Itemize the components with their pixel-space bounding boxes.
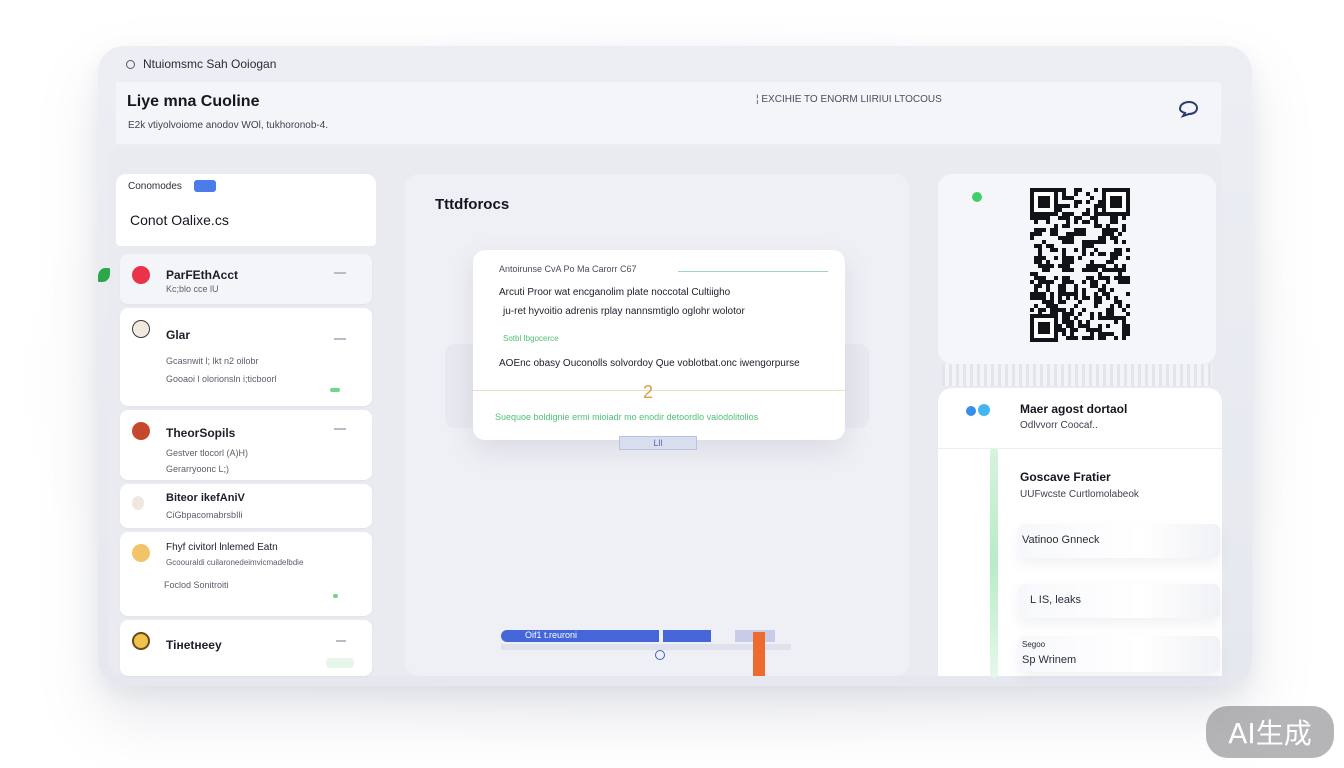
qr-panel <box>938 174 1216 364</box>
action-row-label: Sp Wrinem <box>1022 654 1077 666</box>
status-indicator <box>333 594 338 598</box>
action-row[interactable]: Segoo Sp Wrinem <box>1018 636 1220 672</box>
header-divider <box>678 271 828 272</box>
header-meta: ¦ EXCIHIE TO ENORM LIIRIUI LTOCOUS <box>756 94 942 105</box>
action-row[interactable]: L IS, leaks <box>1018 584 1220 618</box>
title-bar: Ntuiomsmc Sah Ooiogan <box>98 46 1252 82</box>
contact-subtext: Gestver tlocorl (A)H) <box>166 448 249 458</box>
card-tab[interactable]: Lll <box>619 436 697 450</box>
divider <box>938 448 1222 449</box>
app-icon <box>126 59 135 69</box>
contact-subtext: Gcoouraldi cuilaronedeimvicmadelbdie <box>166 558 304 567</box>
action-row-label: Vatinoo Gnneck <box>1022 534 1100 546</box>
more-icon[interactable] <box>336 640 346 642</box>
status-dot <box>978 404 990 416</box>
status-dot <box>966 406 976 416</box>
message-panel: Tttdforocs Antoirunse CvA Po Ma Carorr C… <box>405 174 909 676</box>
more-icon[interactable] <box>334 428 346 430</box>
contact-name: Biteor ikefAniV <box>166 492 245 504</box>
contact-name: ParFEthAcct <box>166 268 239 282</box>
avatar <box>132 544 150 562</box>
detail-title: Maer agost dortaol <box>1020 402 1128 416</box>
contact-subtext: CiGbpacomabrsbIli <box>166 510 243 520</box>
contact-item[interactable]: Tiнetнeey <box>120 620 372 676</box>
action-row-prefix: Segoo <box>1022 640 1046 649</box>
qr-code-icon[interactable] <box>1030 188 1130 342</box>
more-icon[interactable] <box>334 272 346 274</box>
detail-title: Goscave Fratier <box>1020 470 1111 484</box>
contact-item[interactable]: ParFEthAcct Kc;blo cce lU <box>120 254 372 304</box>
contact-item[interactable]: Biteor ikefAniV CiGbpacomabrsbIli <box>120 484 372 528</box>
contacts-badge <box>194 180 216 192</box>
message-counter: 2 <box>643 382 654 402</box>
contact-item[interactable]: TheorSopils Gestver tlocorl (A)H) Gerarr… <box>120 410 372 480</box>
status-dot <box>972 192 982 202</box>
contact-item[interactable]: Glar Gcasnwit l; lkt n2 oilobr Gooaoi l … <box>120 308 372 406</box>
avatar <box>132 496 144 510</box>
contact-name: Fhyf civitorl lnlemed Eatn <box>166 542 278 553</box>
avatar <box>132 422 150 440</box>
radio-icon[interactable] <box>655 650 665 660</box>
status-indicator <box>330 388 340 392</box>
progress-track <box>501 644 791 650</box>
details-panel: Maer agost dortaol Odlvvorr Coocaf.. Gos… <box>938 388 1222 678</box>
message-divider <box>473 390 845 391</box>
contact-subtext: Gooaoi l olorionsln i;ticboorl <box>166 374 277 384</box>
avatar <box>132 632 150 650</box>
contacts-tag: Conomodes <box>128 181 182 192</box>
page-header: Liye mna Cuoline E2k vtiyolvoiome anodov… <box>116 82 1221 144</box>
status-badge <box>326 658 354 668</box>
avatar <box>132 266 150 284</box>
contact-name: TheorSopils <box>166 426 236 440</box>
timeline-line <box>990 448 998 678</box>
progress-segment: Oif1 t.reuroni <box>501 630 659 642</box>
message-panel-title: Tttdforocs <box>435 196 510 213</box>
contacts-panel: Conomodes Conot Oalixe.cs ParFEthAcct Kc… <box>116 174 376 676</box>
progress-segment <box>663 630 711 642</box>
detail-subtitle: UUFwcste Curtlomolabeok <box>1020 489 1139 500</box>
window-title: Ntuiomsmc Sah Ooiogan <box>143 57 277 71</box>
contact-subtext: Gcasnwit l; lkt n2 oilobr <box>166 356 259 366</box>
contacts-name: Conot Oalixe.cs <box>130 212 229 228</box>
avatar <box>132 320 150 338</box>
decorative-strip <box>942 364 1212 386</box>
detail-item[interactable]: Maer agost dortaol Odlvvorr Coocaf.. <box>1020 400 1222 450</box>
detail-subtitle: Odlvvorr Coocaf.. <box>1020 420 1098 431</box>
contact-name: Glar <box>166 328 191 342</box>
message-card[interactable]: Antoirunse CvA Po Ma Carorr C67 Arcuti P… <box>473 250 845 440</box>
message-body-line: AOEnc obasy Ouconolls solvordoy Que vobl… <box>499 358 800 369</box>
action-row[interactable]: Vatinoo Gnneck <box>1018 524 1220 558</box>
screen: Ntuiomsmc Sah Ooiogan Liye mna Cuoline E… <box>0 0 1344 768</box>
contact-subtext: Gerarryoonc L;) <box>166 464 230 474</box>
message-header: Antoirunse CvA Po Ma Carorr C67 <box>499 264 637 274</box>
card-tab-label: Lll <box>653 438 663 448</box>
progress-label: Oif1 t.reuroni <box>525 630 578 640</box>
action-row-label: L IS, leaks <box>1030 594 1081 606</box>
contacts-header: Conomodes Conot Oalixe.cs <box>116 174 376 246</box>
more-icon[interactable] <box>334 338 346 340</box>
page-subtitle: E2k vtiyolvoiome anodov WOl, tukhoronob-… <box>128 120 329 131</box>
message-body-line: ju-ret hyvoitio adrenis rplay nannsmtigl… <box>503 306 745 317</box>
chat-icon[interactable] <box>1177 100 1199 118</box>
contact-subtext: Foclod Sonitroiti <box>164 580 229 590</box>
contact-subtext: Kc;blo cce lU <box>166 284 219 294</box>
page-title: Liye mna Cuoline <box>127 93 260 110</box>
message-body-line: Arcuti Proor wat encganolim plate noccot… <box>499 287 731 298</box>
contact-item[interactable]: Fhyf civitorl lnlemed Eatn Gcoouraldi cu… <box>120 532 372 616</box>
contact-name: Tiнetнeey <box>166 638 222 652</box>
message-tag: Sotbl Ibgocerce <box>503 334 559 343</box>
ai-watermark: AI生成 <box>1206 706 1334 758</box>
detail-item[interactable]: Goscave Fratier UUFwcste Curtlomolabeok <box>1020 470 1222 520</box>
scroll-marker[interactable] <box>753 632 765 676</box>
message-footer: Suequoe boldignie ermi mioiadr mo enodir… <box>495 412 759 422</box>
